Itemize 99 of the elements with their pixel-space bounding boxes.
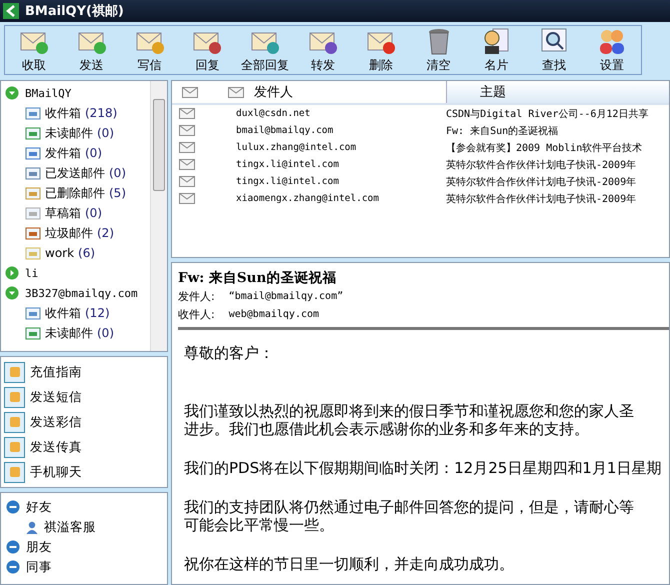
body-text: 我们的PDS将在以下假期期间临时关闭：12月25日星期四和1月1日星期: [184, 459, 662, 477]
body-text: 可能会比平常慢一些。: [184, 516, 335, 534]
subject-cell[interactable]: 英特尔软件合作伙伴计划电子快讯-2009年: [446, 158, 669, 172]
body-text: 我们的支持团队将仍然通过电子邮件回答您的提问，但是，请耐心等: [184, 498, 635, 516]
toolbar-button[interactable]: 转发: [294, 26, 352, 74]
contact-name[interactable]: 祺溢客服: [44, 518, 96, 536]
sender-cell[interactable]: lulux.zhang@intel.com: [228, 142, 446, 153]
folder-icon: [25, 166, 41, 180]
to-label: 收件人:: [178, 306, 215, 322]
action-link[interactable]: 手机聊天: [30, 464, 82, 480]
folder-icon: [25, 146, 41, 160]
toolbar-button[interactable]: 名片: [468, 26, 526, 74]
column-header[interactable]: 发件人: [254, 83, 293, 101]
sender-cell[interactable]: tingx.li@intel.com: [228, 159, 446, 170]
action-icon: [4, 386, 25, 408]
action-link[interactable]: 发送彩信: [30, 414, 82, 430]
toolbar-button[interactable]: 查找: [525, 26, 584, 74]
collapse-icon[interactable]: [6, 560, 20, 574]
folder-icon: [25, 226, 41, 240]
to-address: web@bmailqy.com: [228, 308, 320, 320]
toolbar-button[interactable]: 回复: [178, 26, 236, 74]
envelope-icon: [179, 159, 195, 170]
person-icon: [26, 520, 38, 534]
toolbar-button[interactable]: 设置: [583, 26, 641, 74]
folder-icon: [25, 206, 41, 220]
contact-group[interactable]: 好友: [26, 498, 52, 516]
toolbar-button[interactable]: 发送: [62, 26, 121, 74]
folder-name[interactable]: 已发送邮件: [45, 164, 105, 182]
folder-icon: [25, 186, 41, 200]
action-icon: [4, 362, 25, 382]
folder-icon: [25, 326, 41, 340]
envelope-icon: [179, 193, 195, 204]
sender-cell[interactable]: tingx.li@intel.com: [228, 176, 446, 187]
envelope-icon: [179, 176, 195, 187]
toolbar-button[interactable]: 删除: [352, 26, 410, 74]
folder-name[interactable]: 草稿箱: [45, 204, 81, 222]
message-count: (12): [85, 306, 110, 320]
sender-cell[interactable]: duxl@csdn.net: [228, 108, 446, 119]
message-subject: Fw: 来自Sun的圣诞祝福: [178, 269, 338, 287]
message-count: (5): [109, 186, 126, 200]
collapse-icon[interactable]: [6, 540, 20, 554]
folder-name[interactable]: work: [45, 246, 74, 260]
subject-cell[interactable]: Fw: 来自Sun的圣诞祝福: [446, 124, 669, 138]
toolbar-button[interactable]: 收取: [5, 26, 63, 74]
envelope-icon: [179, 108, 195, 119]
folder-name[interactable]: 已删除邮件: [45, 184, 105, 202]
account-name[interactable]: li: [25, 266, 38, 280]
body-text: 祝你在这样的节日里一切顺利，并走向成功成功。: [184, 555, 515, 573]
message-count: (6): [78, 246, 96, 260]
folder-name[interactable]: 发件箱: [45, 144, 81, 162]
action-link[interactable]: 充值指南: [30, 364, 82, 380]
envelope-icon: [228, 86, 244, 98]
body-text: 尊敬的客户：: [184, 344, 275, 362]
message-count: (0): [97, 126, 114, 140]
from-label: 发件人:: [178, 288, 215, 304]
action-icon: [4, 436, 25, 458]
account-name[interactable]: BMailQY: [25, 86, 72, 100]
sender-cell[interactable]: xiaomengx.zhang@intel.com: [228, 193, 446, 204]
folder-name[interactable]: 未读邮件: [45, 324, 93, 342]
action-icon: [4, 462, 25, 482]
message-count: (218): [85, 106, 118, 120]
message-count: (0): [109, 166, 126, 180]
message-count: (2): [97, 226, 114, 240]
from-address: “bmail@bmailqy.com”: [228, 290, 344, 302]
contact-group[interactable]: 朋友: [26, 538, 52, 556]
column-header[interactable]: 主题: [446, 81, 669, 103]
app-logo-icon: [3, 3, 19, 19]
folder-name[interactable]: 未读邮件: [45, 124, 93, 142]
subject-cell[interactable]: 英特尔软件合作伙伴计划电子快讯-2009年: [446, 192, 669, 206]
message-count: (0): [97, 326, 114, 340]
toolbar-button[interactable]: 清空: [410, 26, 468, 74]
contact-group[interactable]: 同事: [26, 558, 52, 576]
message-count: (0): [85, 146, 102, 160]
envelope-icon: [182, 86, 198, 98]
window-title: BMailQY(祺邮): [25, 3, 124, 20]
subject-cell[interactable]: 英特尔软件合作伙伴计划电子快讯-2009年: [446, 174, 669, 188]
envelope-icon: [179, 125, 195, 136]
subject-cell[interactable]: 【参会就有奖】2009 Moblin软件平台技术: [446, 140, 669, 154]
action-link[interactable]: 发送传真: [30, 438, 82, 456]
subject-cell[interactable]: CSDN与Digital River公司--6月12日共享: [446, 106, 669, 120]
folder-icon: [25, 306, 41, 320]
message-count: (0): [85, 206, 102, 220]
envelope-icon: [179, 142, 195, 153]
sender-cell[interactable]: bmail@bmailqy.com: [228, 125, 446, 136]
folder-name[interactable]: 收件箱: [45, 104, 81, 122]
folder-name[interactable]: 垃圾邮件: [45, 224, 93, 242]
toolbar-button[interactable]: 全部回复: [236, 26, 294, 74]
action-icon: [4, 412, 25, 432]
collapse-icon[interactable]: [6, 500, 20, 514]
account-name[interactable]: 3B327@bmailqy.com: [25, 286, 138, 300]
folder-icon: [25, 106, 41, 120]
folder-icon: [25, 246, 41, 260]
action-link[interactable]: 发送短信: [30, 388, 82, 406]
toolbar-button[interactable]: 写信: [120, 26, 178, 74]
scrollbar[interactable]: [150, 81, 167, 351]
folder-icon: [25, 126, 41, 140]
body-text: 我们谨致以热烈的祝愿即将到来的假日季节和谨祝愿您和您的家人圣: [184, 402, 635, 420]
body-text: 进步。我们也愿借此机会表示感谢你的业务和多年来的支持。: [184, 420, 590, 438]
folder-name[interactable]: 收件箱: [45, 304, 81, 322]
